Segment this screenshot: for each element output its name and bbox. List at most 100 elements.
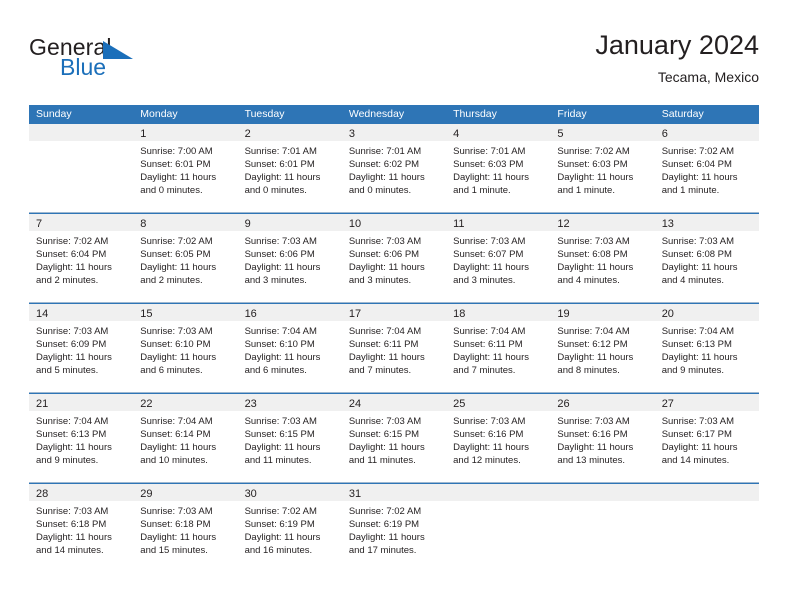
day-cell[interactable]: 16 Sunrise: 7:04 AM Sunset: 6:10 PM Dayligh… [237,304,342,392]
day-cell[interactable]: 2 Sunrise: 7:01 AM Sunset: 6:01 PM Daylight… [237,124,342,212]
week-row: 21 Sunrise: 7:04 AM Sunset: 6:13 PM Dayligh… [29,393,759,483]
day-number-bar: 28 [29,484,134,501]
sunset-text: Sunset: 6:19 PM [348,519,420,530]
sunset-text: Sunset: 6:14 PM [140,429,211,440]
day-cell[interactable]: 14 Sunrise: 7:03 AM Sunset: 6:09 PM Dayligh… [29,304,134,392]
weekday-header-saturday: Saturday [661,108,704,120]
day-details: Sunrise: 7:02 AM Sunset: 6:04 PM Daylight:… [29,231,133,302]
day-cell[interactable]: 1 Sunrise: 7:00 AM Sunset: 6:01 PM Daylight… [133,124,238,212]
day-cell[interactable]: 18 Sunrise: 7:04 AM Sunset: 6:11 PM Dayligh… [446,304,551,392]
daylight-text-cont: and 7 minutes. [453,365,516,376]
sunrise-text: Sunrise: 7:02 AM [557,146,630,157]
day-cell[interactable]: 6 Sunrise: 7:02 AM Sunset: 6:04 PM Daylight… [654,124,759,212]
sunrise-text: Sunrise: 7:04 AM [140,416,213,427]
day-details: Sunrise: 7:04 AM Sunset: 6:11 PM Daylight:… [446,321,550,392]
day-details: Sunrise: 7:04 AM Sunset: 6:13 PM Daylight:… [655,321,759,392]
sunset-text: Sunset: 6:12 PM [557,339,628,350]
sunrise-text: Sunrise: 7:03 AM [453,416,526,427]
day-cell[interactable]: 24 Sunrise: 7:03 AM Sunset: 6:15 PM Dayligh… [341,394,447,482]
day-cell[interactable]: 8 Sunrise: 7:02 AM Sunset: 6:05 PM Daylight… [133,214,238,302]
day-cell[interactable]: 3 Sunrise: 7:01 AM Sunset: 6:02 PM Daylight… [341,124,447,212]
day-number: 30 [244,488,257,500]
sunset-text: Sunset: 6:15 PM [244,429,315,440]
day-details: Sunrise: 7:01 AM Sunset: 6:01 PM Daylight:… [238,141,342,212]
day-cell[interactable]: 28 Sunrise: 7:03 AM Sunset: 6:18 PM Dayligh… [29,484,134,572]
day-cell[interactable]: 25 Sunrise: 7:03 AM Sunset: 6:16 PM Dayligh… [446,394,551,482]
day-cell[interactable]: 12 Sunrise: 7:03 AM Sunset: 6:08 PM Dayligh… [550,214,655,302]
day-cell[interactable]: 10 Sunrise: 7:03 AM Sunset: 6:06 PM Dayligh… [341,214,447,302]
brand-name-blue: Blue [60,54,107,80]
day-details: Sunrise: 7:03 AM Sunset: 6:15 PM Daylight:… [238,411,342,482]
day-number: 26 [557,398,570,410]
daylight-text: Daylight: 11 hours [244,532,321,543]
day-cell[interactable]: 7 Sunrise: 7:02 AM Sunset: 6:04 PM Daylight… [29,214,134,302]
day-number: 17 [348,308,362,320]
sunrise-text: Sunrise: 7:03 AM [661,416,735,427]
daylight-text-cont: and 3 minutes. [348,275,412,286]
sunset-text: Sunset: 6:09 PM [36,339,107,350]
day-cell[interactable]: 17 Sunrise: 7:04 AM Sunset: 6:11 PM Dayligh… [341,304,447,392]
daylight-text-cont: and 0 minutes. [140,185,203,196]
daylight-text: Daylight: 11 hours [348,442,425,453]
brand-logo[interactable]: General Blue [29,34,179,86]
day-cell[interactable]: 19 Sunrise: 7:04 AM Sunset: 6:12 PM Dayligh… [550,304,655,392]
sunset-text: Sunset: 6:13 PM [661,339,732,350]
day-number-bar: 14 [29,304,134,321]
day-number-bar: 22 [133,394,238,411]
day-number-bar: 5 [550,124,655,141]
day-number-bar: 25 [446,394,551,411]
day-cell[interactable]: 27 Sunrise: 7:03 AM Sunset: 6:17 PM Dayligh… [654,394,759,482]
sunrise-text: Sunrise: 7:04 AM [557,326,630,337]
daylight-text: Daylight: 11 hours [140,532,217,543]
day-number: 29 [140,488,153,500]
day-cell[interactable]: 4 Sunrise: 7:01 AM Sunset: 6:03 PM Daylight… [446,124,551,212]
day-cell[interactable]: 21 Sunrise: 7:04 AM Sunset: 6:13 PM Dayligh… [29,394,134,482]
weekday-header-friday: Friday [557,108,587,120]
day-cell[interactable]: 22 Sunrise: 7:04 AM Sunset: 6:14 PM Dayligh… [133,394,238,482]
daylight-text-cont: and 2 minutes. [36,275,99,286]
daylight-text-cont: and 4 minutes. [661,275,725,286]
daylight-text: Daylight: 11 hours [661,262,738,273]
day-number-bar [29,124,134,141]
day-cell[interactable]: 11 Sunrise: 7:03 AM Sunset: 6:07 PM Dayligh… [446,214,551,302]
daylight-text: Daylight: 11 hours [36,352,112,363]
day-number-bar: 18 [446,304,551,321]
sunrise-text: Sunrise: 7:03 AM [453,236,526,247]
week-row: 14 Sunrise: 7:03 AM Sunset: 6:09 PM Dayligh… [29,303,759,393]
day-number-bar: 31 [341,484,447,501]
sunset-text: Sunset: 6:16 PM [453,429,524,440]
day-number-bar [550,484,655,501]
day-cell[interactable]: 23 Sunrise: 7:03 AM Sunset: 6:15 PM Dayligh… [237,394,342,482]
day-number: 15 [140,308,153,320]
daylight-text-cont: and 9 minutes. [36,455,99,466]
weekday-header-wednesday: Wednesday [348,108,405,120]
calendar-grid: Sunday Monday Tuesday Wednesday Thursday Frid… [29,105,759,572]
day-cell[interactable]: 26 Sunrise: 7:03 AM Sunset: 6:16 PM Dayligh… [550,394,655,482]
day-cell[interactable]: 13 Sunrise: 7:03 AM Sunset: 6:08 PM Dayligh… [654,214,759,302]
day-cell[interactable]: 30 Sunrise: 7:02 AM Sunset: 6:19 PM Dayligh… [237,484,342,572]
daylight-text-cont: and 11 minutes. [348,455,416,466]
day-details: Sunrise: 7:03 AM Sunset: 6:09 PM Daylight:… [29,321,133,392]
sunrise-text: Sunrise: 7:04 AM [661,326,735,337]
daylight-text-cont: and 9 minutes. [661,365,725,376]
day-number-bar: 24 [341,394,447,411]
daylight-text: Daylight: 11 hours [557,262,634,273]
daylight-text: Daylight: 11 hours [244,262,321,273]
day-number: 16 [244,308,257,320]
sunset-text: Sunset: 6:16 PM [557,429,628,440]
sunset-text: Sunset: 6:02 PM [348,159,420,170]
day-cell[interactable]: 20 Sunrise: 7:04 AM Sunset: 6:13 PM Dayligh… [654,304,759,392]
day-cell[interactable]: 29 Sunrise: 7:03 AM Sunset: 6:18 PM Dayligh… [133,484,238,572]
day-cell[interactable]: 9 Sunrise: 7:03 AM Sunset: 6:06 PM Daylight… [237,214,342,302]
day-details: Sunrise: 7:01 AM Sunset: 6:02 PM Daylight:… [342,141,446,212]
weekday-header-row: Sunday Monday Tuesday Wednesday Thursday Frid… [29,105,759,124]
day-cell[interactable]: 15 Sunrise: 7:03 AM Sunset: 6:10 PM Dayligh… [133,304,238,392]
day-cell[interactable]: 31 Sunrise: 7:02 AM Sunset: 6:19 PM Dayligh… [341,484,447,572]
daylight-text: Daylight: 11 hours [244,172,321,183]
weekday-header-tuesday: Tuesday [244,108,285,120]
daylight-text: Daylight: 11 hours [661,442,738,453]
day-cell[interactable]: 5 Sunrise: 7:02 AM Sunset: 6:03 PM Daylight… [550,124,655,212]
triangle-logo-icon [103,41,133,59]
day-number-bar: 19 [550,304,655,321]
daylight-text-cont: and 14 minutes. [36,545,104,556]
